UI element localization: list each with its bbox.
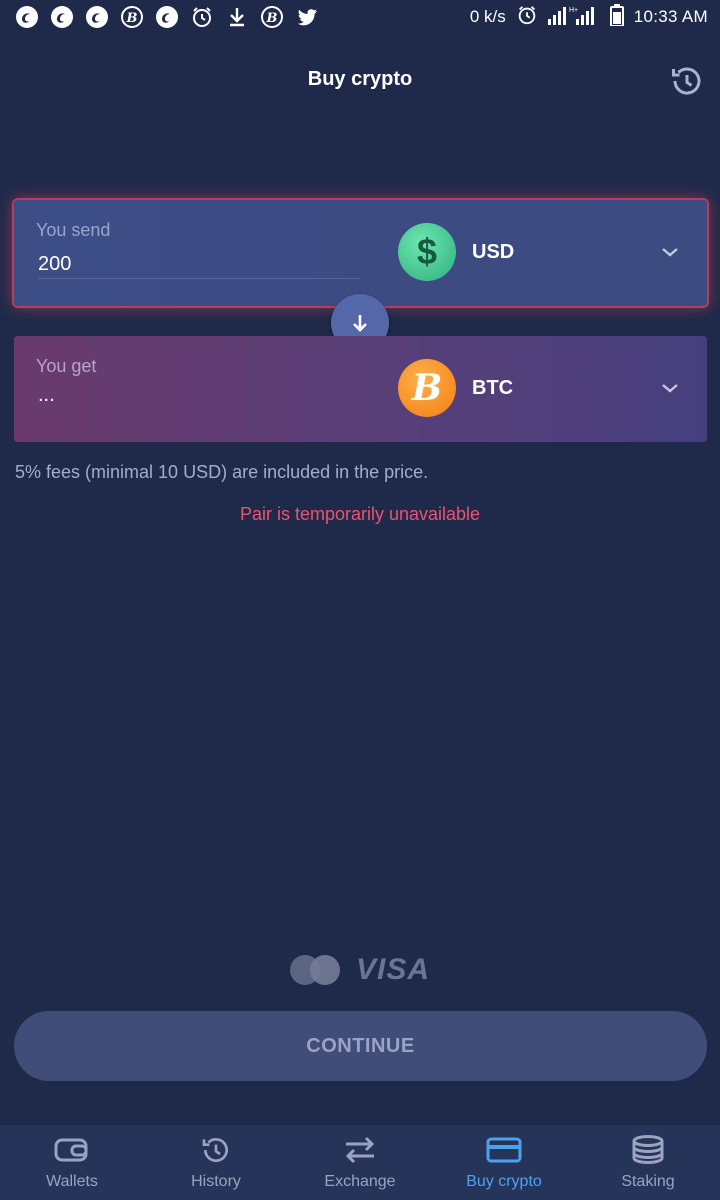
nav-label: Buy crypto (466, 1173, 542, 1190)
bitcoin-notification-icon: B (119, 4, 145, 30)
nav-item-history[interactable]: History (144, 1125, 288, 1200)
nav-item-staking[interactable]: Staking (576, 1125, 720, 1200)
history-button[interactable] (668, 62, 706, 100)
svg-text:B: B (266, 11, 278, 26)
bottom-nav: Wallets History Exchange Buy crypto Stak… (0, 1125, 720, 1200)
nav-item-buy-crypto[interactable]: Buy crypto (432, 1125, 576, 1200)
nav-label: Wallets (46, 1173, 98, 1190)
app-notification-icon (154, 4, 180, 30)
payment-logos: VISA (0, 950, 720, 990)
arrow-down-icon (353, 315, 367, 332)
btc-coin-icon: B (398, 359, 456, 417)
svg-text:B: B (126, 11, 138, 26)
alarm-icon (189, 4, 215, 30)
send-currency-selector[interactable]: $ USD (398, 222, 698, 282)
status-bar: B B 0 k/s H+ 10:33 AM (0, 0, 720, 34)
alarm-status-icon (516, 4, 538, 31)
get-currency-code: BTC (472, 376, 514, 399)
battery-icon (609, 3, 624, 31)
chevron-down-icon (662, 248, 678, 257)
send-label: You send (36, 220, 111, 240)
chevron-down-icon (662, 384, 678, 393)
twitter-icon (294, 4, 320, 30)
send-amount-input[interactable] (38, 248, 360, 280)
nav-item-exchange[interactable]: Exchange (288, 1125, 432, 1200)
system-status: 0 k/s H+ 10:33 AM (469, 3, 708, 31)
notification-icons: B B (14, 4, 320, 30)
wallet-icon (54, 1135, 90, 1165)
usd-coin-icon: $ (398, 223, 456, 281)
app-notification-icon (49, 4, 75, 30)
nav-label: Staking (621, 1173, 675, 1190)
signal-icon: H+ (547, 5, 600, 30)
error-message: Pair is temporarily unavailable (239, 504, 481, 524)
card-icon (486, 1135, 522, 1165)
send-card: You send $ USD (14, 200, 707, 306)
app-header: Buy crypto (0, 56, 720, 102)
get-amount: ... (38, 384, 55, 406)
app-notification-icon (14, 4, 40, 30)
fees-note: 5% fees (minimal 10 USD) are included in… (15, 462, 429, 482)
history-icon (200, 1135, 232, 1165)
exchange-icon (342, 1135, 378, 1165)
svg-text:H+: H+ (569, 7, 578, 14)
nav-item-wallets[interactable]: Wallets (0, 1125, 144, 1200)
mastercard-logo (289, 955, 342, 985)
send-currency-code: USD (472, 240, 515, 263)
history-icon (672, 67, 701, 95)
get-card: You get ... B BTC (14, 336, 707, 442)
coins-stack-icon (631, 1135, 665, 1165)
app-notification-icon (84, 4, 110, 30)
get-label: You get (36, 356, 97, 376)
continue-button[interactable]: CONTINUE (14, 1011, 707, 1081)
network-speed: 0 k/s (469, 7, 506, 26)
nav-label: History (191, 1173, 241, 1190)
input-underline (38, 278, 360, 279)
page-title: Buy crypto (307, 67, 413, 90)
download-icon (224, 4, 250, 30)
nav-label: Exchange (324, 1173, 396, 1190)
get-currency-selector[interactable]: B BTC (398, 358, 698, 418)
bitcoin-notification-icon: B (259, 4, 285, 30)
clock: 10:33 AM (633, 7, 708, 26)
visa-logo: VISA (355, 953, 431, 986)
